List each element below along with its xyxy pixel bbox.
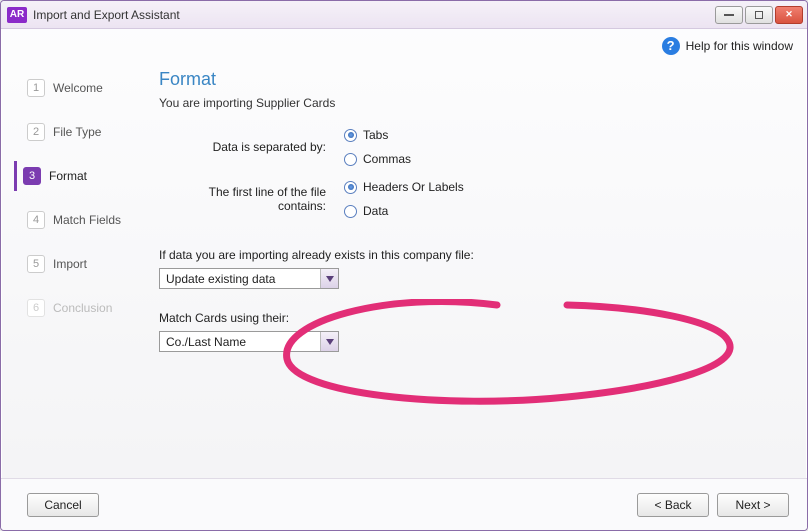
step-number: 1 (27, 79, 45, 97)
help-link[interactable]: Help for this window (686, 39, 793, 53)
chevron-down-icon (320, 332, 338, 351)
page-subtitle: You are importing Supplier Cards (159, 96, 787, 110)
radio-label: Tabs (363, 128, 388, 142)
app-badge: AR (7, 7, 27, 23)
radio-data[interactable]: Data (344, 204, 464, 218)
next-button[interactable]: Next > (717, 493, 789, 517)
step-label: Conclusion (53, 301, 112, 315)
back-button[interactable]: < Back (637, 493, 709, 517)
match-combo[interactable]: Co./Last Name (159, 331, 339, 352)
step-label: File Type (53, 125, 101, 139)
step-label: Format (49, 169, 87, 183)
window-controls: ✕ (715, 6, 803, 24)
radio-icon (344, 153, 357, 166)
help-icon[interactable]: ? (662, 37, 680, 55)
maximize-button[interactable] (745, 6, 773, 24)
radio-headers[interactable]: Headers Or Labels (344, 180, 464, 194)
step-number: 3 (23, 167, 41, 185)
step-label: Match Fields (53, 213, 121, 227)
chevron-down-icon (320, 269, 338, 288)
close-button[interactable]: ✕ (775, 6, 803, 24)
step-number: 5 (27, 255, 45, 273)
main-panel: Format You are importing Supplier Cards … (149, 59, 807, 478)
step-label: Welcome (53, 81, 103, 95)
titlebar: AR Import and Export Assistant ✕ (1, 1, 807, 29)
exists-label: If data you are importing already exists… (159, 248, 787, 262)
sidebar-step-conclusion: 6 Conclusion (23, 293, 143, 323)
separator-label: Data is separated by: (159, 140, 344, 154)
step-number: 2 (27, 123, 45, 141)
match-label: Match Cards using their: (159, 311, 787, 325)
sidebar-step-format[interactable]: 3 Format (14, 161, 143, 191)
step-number: 4 (27, 211, 45, 229)
radio-label: Headers Or Labels (363, 180, 464, 194)
sidebar-step-matchfields[interactable]: 4 Match Fields (23, 205, 143, 235)
firstline-label: The first line of the file contains: (159, 185, 344, 213)
radio-label: Data (363, 204, 388, 218)
footer: Cancel < Back Next > (1, 478, 807, 530)
exists-combo[interactable]: Update existing data (159, 268, 339, 289)
sidebar-step-welcome[interactable]: 1 Welcome (23, 73, 143, 103)
radio-tabs[interactable]: Tabs (344, 128, 411, 142)
minimize-button[interactable] (715, 6, 743, 24)
radio-icon (344, 129, 357, 142)
combo-value: Co./Last Name (160, 335, 320, 349)
app-window: AR Import and Export Assistant ✕ ? Help … (0, 0, 808, 531)
combo-value: Update existing data (160, 272, 320, 286)
radio-commas[interactable]: Commas (344, 152, 411, 166)
sidebar-step-filetype[interactable]: 2 File Type (23, 117, 143, 147)
wizard-sidebar: 1 Welcome 2 File Type 3 Format 4 Match F… (1, 59, 149, 478)
window-title: Import and Export Assistant (33, 8, 180, 22)
step-label: Import (53, 257, 87, 271)
cancel-button[interactable]: Cancel (27, 493, 99, 517)
page-title: Format (159, 69, 787, 90)
sidebar-step-import[interactable]: 5 Import (23, 249, 143, 279)
help-row: ? Help for this window (1, 29, 807, 59)
step-number: 6 (27, 299, 45, 317)
radio-icon (344, 205, 357, 218)
radio-label: Commas (363, 152, 411, 166)
radio-icon (344, 181, 357, 194)
